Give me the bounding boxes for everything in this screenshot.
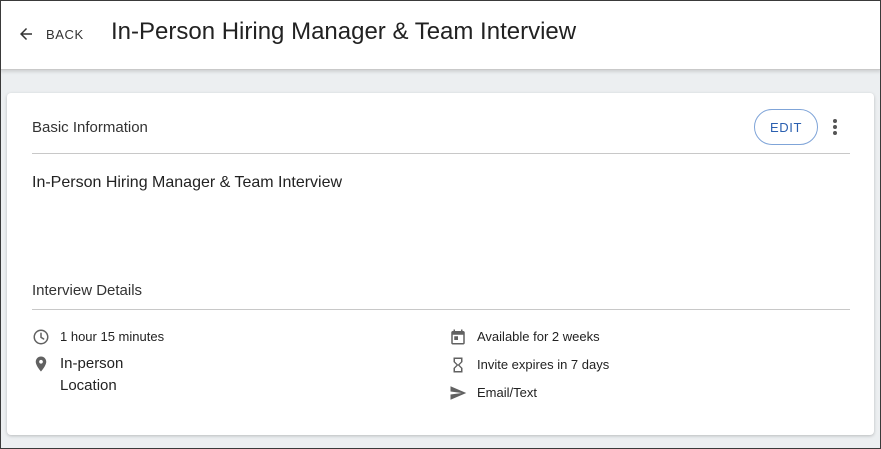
invite-expiry-text: Invite expires in 7 days [477, 357, 610, 372]
basic-info-divider [32, 153, 850, 154]
delivery-text: Email/Text [477, 385, 537, 400]
availability-text: Available for 2 weeks [477, 329, 600, 344]
arrow-left-icon [20, 28, 32, 40]
clock-icon [33, 329, 49, 345]
basic-info-heading: Basic Information [32, 119, 148, 136]
edit-button[interactable]: EDIT [754, 109, 818, 145]
interview-details-heading: Interview Details [32, 282, 143, 299]
more-options-button[interactable] [825, 115, 845, 139]
availability-detail: Available for 2 weeks [449, 328, 600, 346]
interview-name: In-Person Hiring Manager & Team Intervie… [32, 174, 343, 191]
back-button[interactable]: BACK [17, 22, 84, 46]
interview-card: Basic Information EDIT In-Person Hiring … [7, 93, 874, 435]
back-label: BACK [46, 26, 84, 42]
more-vertical-icon [833, 119, 837, 135]
location-detail: In-person Location [32, 355, 123, 397]
calendar-icon [451, 329, 465, 345]
page-title: In-Person Hiring Manager & Team Intervie… [111, 18, 577, 45]
duration-text: 1 hour 15 minutes [60, 329, 165, 344]
invite-expiry-detail: Invite expires in 7 days [449, 356, 609, 374]
duration-detail: 1 hour 15 minutes [32, 328, 164, 346]
delivery-detail: Email/Text [449, 384, 537, 402]
top-header: BACK In-Person Hiring Manager & Team Int… [0, 0, 881, 70]
send-icon [450, 386, 467, 400]
location-type-text: In-person [60, 355, 124, 372]
hourglass-icon [453, 357, 463, 373]
location-label-text: Location [60, 377, 117, 394]
location-pin-icon [35, 356, 47, 372]
interview-details-divider [32, 309, 850, 310]
